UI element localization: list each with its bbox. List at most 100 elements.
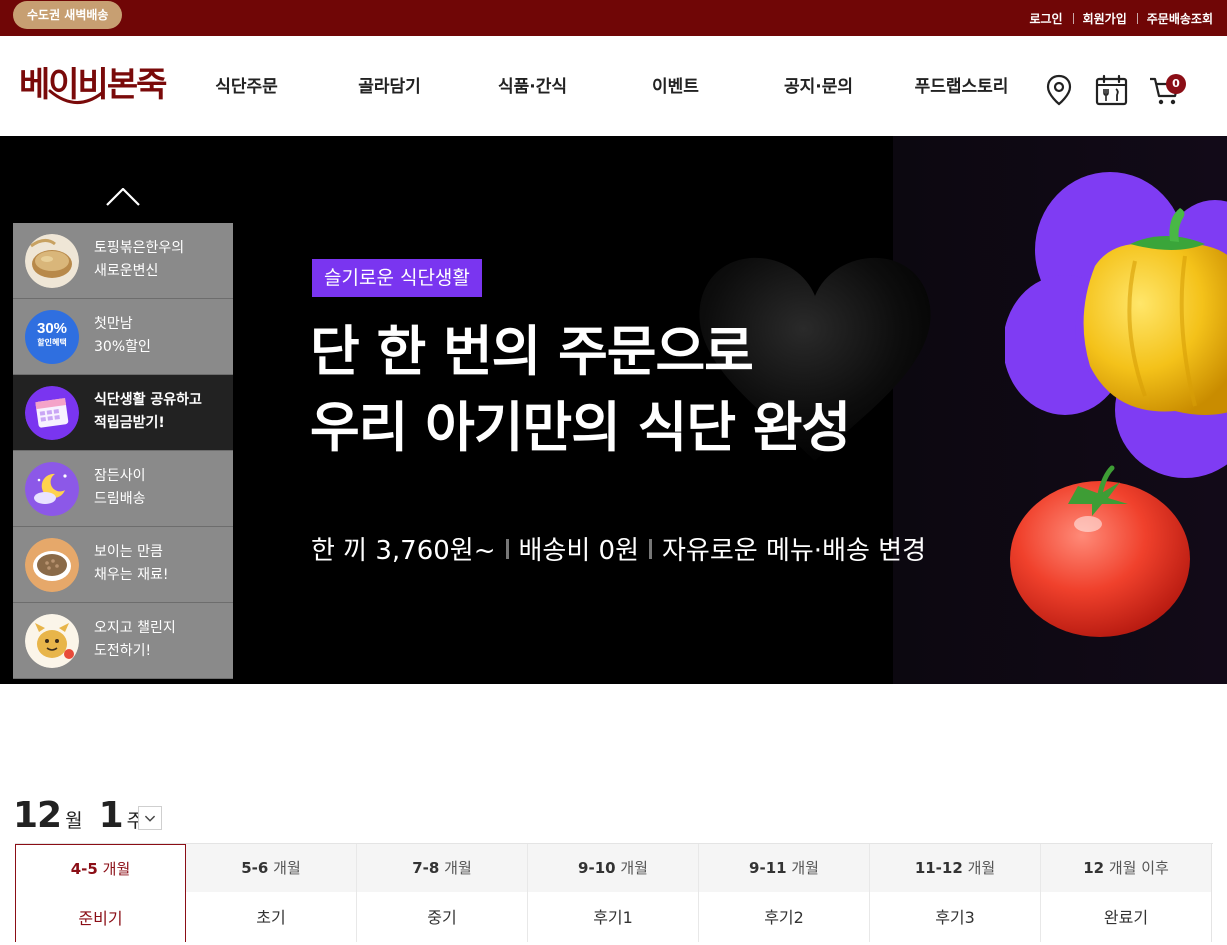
divider <box>505 538 509 559</box>
nav-event[interactable]: 이벤트 <box>604 72 747 97</box>
tab-months: 9-10 개월 <box>528 844 698 892</box>
porridge-bowl-image <box>25 234 79 288</box>
tab-stage-late1[interactable]: 9-10 개월 후기1 <box>528 844 699 942</box>
tab-months-unit: 개월 <box>967 859 996 877</box>
tab-stage-label: 중기 <box>357 892 527 942</box>
hero-title-line1: 단 한 번의 주문으로 <box>310 320 754 383</box>
moon-night-image <box>25 462 79 516</box>
hero-price-text: 한 끼 3,760원~ <box>311 536 496 566</box>
tomato-decoration <box>1010 465 1190 637</box>
tab-months-unit: 개월 <box>444 859 472 877</box>
tab-stage-early[interactable]: 5-6 개월 초기 <box>186 844 357 942</box>
tab-stage-prep[interactable]: 4-5 개월 준비기 <box>15 844 186 943</box>
banner-thumb-item[interactable]: 30% 할인혜택 첫만남 30%할인 <box>13 299 233 375</box>
tab-months-unit: 개월 <box>791 859 819 877</box>
label-line1: 식단생활 공유하고 <box>94 392 202 408</box>
mascot-image <box>25 614 79 668</box>
label-line2: 채우는 재료! <box>94 567 169 583</box>
banner-thumb-label: 오지고 챌린지 도전하기! <box>94 617 229 663</box>
week-selector: 12 월 1 주 <box>13 795 144 839</box>
nav-diet-order[interactable]: 식단주문 <box>175 72 318 97</box>
tab-stage-label: 후기2 <box>699 892 869 942</box>
nav-notice-inquiry[interactable]: 공지·문의 <box>747 72 890 97</box>
hero-tag: 슬기로운 식단생활 <box>312 259 482 297</box>
discount-30-badge: 30% 할인혜택 <box>25 310 79 364</box>
tab-months-range: 9-11 <box>749 859 787 877</box>
top-links: 로그인 회원가입 주문배송조회 <box>1019 0 1213 36</box>
tab-stage-middle[interactable]: 7-8 개월 중기 <box>357 844 528 942</box>
hero-banner[interactable]: 슬기로운 식단생활 단 한 번의 주문으로 우리 아기만의 식단 완성 한 끼 … <box>0 136 1227 684</box>
label-line2: 적립금받기! <box>94 415 165 431</box>
tab-stage-late2[interactable]: 9-11 개월 후기2 <box>699 844 870 942</box>
tab-months: 4-5 개월 <box>16 845 185 893</box>
hero-shipping-text: 배송비 0원 <box>518 536 640 566</box>
label-line1: 오지고 챌린지 <box>94 620 176 636</box>
discount-caption: 할인혜택 <box>37 338 67 347</box>
week-number: 1 <box>98 795 124 836</box>
banner-thumbnail-list: 토핑볶은한우의 새로운변신 30% 할인혜택 첫만남 30%할인 식단생활 공유… <box>13 223 233 684</box>
logo-smile-icon <box>48 89 104 104</box>
site-header: 베이비본죽 식단주문 골라담기 식품·간식 이벤트 공지·문의 푸드랩스토리 <box>0 36 1227 136</box>
nav-food-snack[interactable]: 식품·간식 <box>461 72 604 97</box>
tab-months-range: 7-8 <box>412 859 440 877</box>
banner-thumb-label: 식단생활 공유하고 적립금받기! <box>94 389 229 435</box>
chevron-up-icon[interactable] <box>106 188 140 206</box>
location-pin-icon[interactable] <box>1045 74 1073 106</box>
tab-months-unit: 개월 <box>620 859 648 877</box>
label-line1: 보이는 만큼 <box>94 544 163 560</box>
banner-thumb-item[interactable]: 보이는 만큼 채우는 재료! <box>13 527 233 603</box>
tab-months-range: 11-12 <box>914 859 963 877</box>
calendar-image <box>25 386 79 440</box>
tab-months: 11-12 개월 <box>870 844 1040 892</box>
month-number: 12 <box>13 795 62 836</box>
tab-stage-label: 완료기 <box>1041 892 1211 942</box>
main-nav: 식단주문 골라담기 식품·간식 이벤트 공지·문의 푸드랩스토리 <box>175 72 1035 97</box>
month-unit: 월 <box>65 810 83 832</box>
tab-months-range: 4-5 <box>70 860 98 878</box>
label-line1: 토핑볶은한우의 <box>94 240 185 256</box>
label-line2: 드림배송 <box>94 491 146 507</box>
tab-stage-label: 후기3 <box>870 892 1040 942</box>
divider <box>649 538 653 559</box>
tab-months: 5-6 개월 <box>186 844 356 892</box>
banner-thumb-item[interactable]: 토핑볶은한우의 새로운변신 <box>13 223 233 299</box>
logo[interactable]: 베이비본죽 <box>19 53 167 115</box>
label-line1: 잠든사이 <box>94 468 146 484</box>
stage-tabs: 4-5 개월 준비기 5-6 개월 초기 7-8 개월 중기 9-10 개월 후… <box>15 843 1213 943</box>
tab-months: 9-11 개월 <box>699 844 869 892</box>
banner-thumb-label: 보이는 만큼 채우는 재료! <box>94 541 229 587</box>
label-line2: 30%할인 <box>94 339 151 355</box>
hero-change-text: 자유로운 메뉴·배송 변경 <box>662 536 927 566</box>
tab-stage-complete[interactable]: 12 개월 이후 완료기 <box>1041 844 1212 942</box>
banner-thumb-item[interactable]: 잠든사이 드림배송 <box>13 451 233 527</box>
hero-title-line2: 우리 아기만의 식단 완성 <box>310 396 851 459</box>
signup-link[interactable]: 회원가입 <box>1072 10 1137 27</box>
tab-months-unit: 개월 이후 <box>1108 859 1169 877</box>
banner-thumb-label: 잠든사이 드림배송 <box>94 465 229 511</box>
label-line2: 새로운변신 <box>94 263 159 279</box>
discount-percent: 30% <box>36 320 68 337</box>
tab-months-unit: 개월 <box>102 860 131 878</box>
dawn-delivery-badge[interactable]: 수도권 새벽배송 <box>13 1 123 29</box>
tab-months: 7-8 개월 <box>357 844 527 892</box>
login-link[interactable]: 로그인 <box>1019 10 1072 27</box>
top-bar: 수도권 새벽배송 로그인 회원가입 주문배송조회 <box>0 0 1227 36</box>
yellow-pepper-decoration <box>1083 208 1227 415</box>
tab-stage-late3[interactable]: 11-12 개월 후기3 <box>870 844 1041 942</box>
meal-calendar-icon[interactable] <box>1095 74 1128 106</box>
nav-pick-items[interactable]: 골라담기 <box>318 72 461 97</box>
chevron-down-icon[interactable] <box>138 806 162 830</box>
label-line1: 첫만남 <box>94 316 133 332</box>
tab-stage-label: 준비기 <box>16 893 185 943</box>
banner-thumb-item-active[interactable]: 식단생활 공유하고 적립금받기! <box>13 375 233 451</box>
banner-thumb-item[interactable]: 오지고 챌린지 도전하기! <box>13 603 233 679</box>
order-tracking-link[interactable]: 주문배송조회 <box>1136 10 1213 27</box>
banner-thumb-label: 토핑볶은한우의 새로운변신 <box>94 237 229 283</box>
hero-title: 단 한 번의 주문으로 우리 아기만의 식단 완성 <box>310 314 851 466</box>
tab-stage-label: 후기1 <box>528 892 698 942</box>
label-line2: 도전하기! <box>94 643 152 659</box>
tab-months-range: 5-6 <box>241 859 269 877</box>
tab-months-unit: 개월 <box>273 859 301 877</box>
nav-foodlab-story[interactable]: 푸드랩스토리 <box>890 72 1033 97</box>
cart-count-badge: 0 <box>1166 74 1186 94</box>
